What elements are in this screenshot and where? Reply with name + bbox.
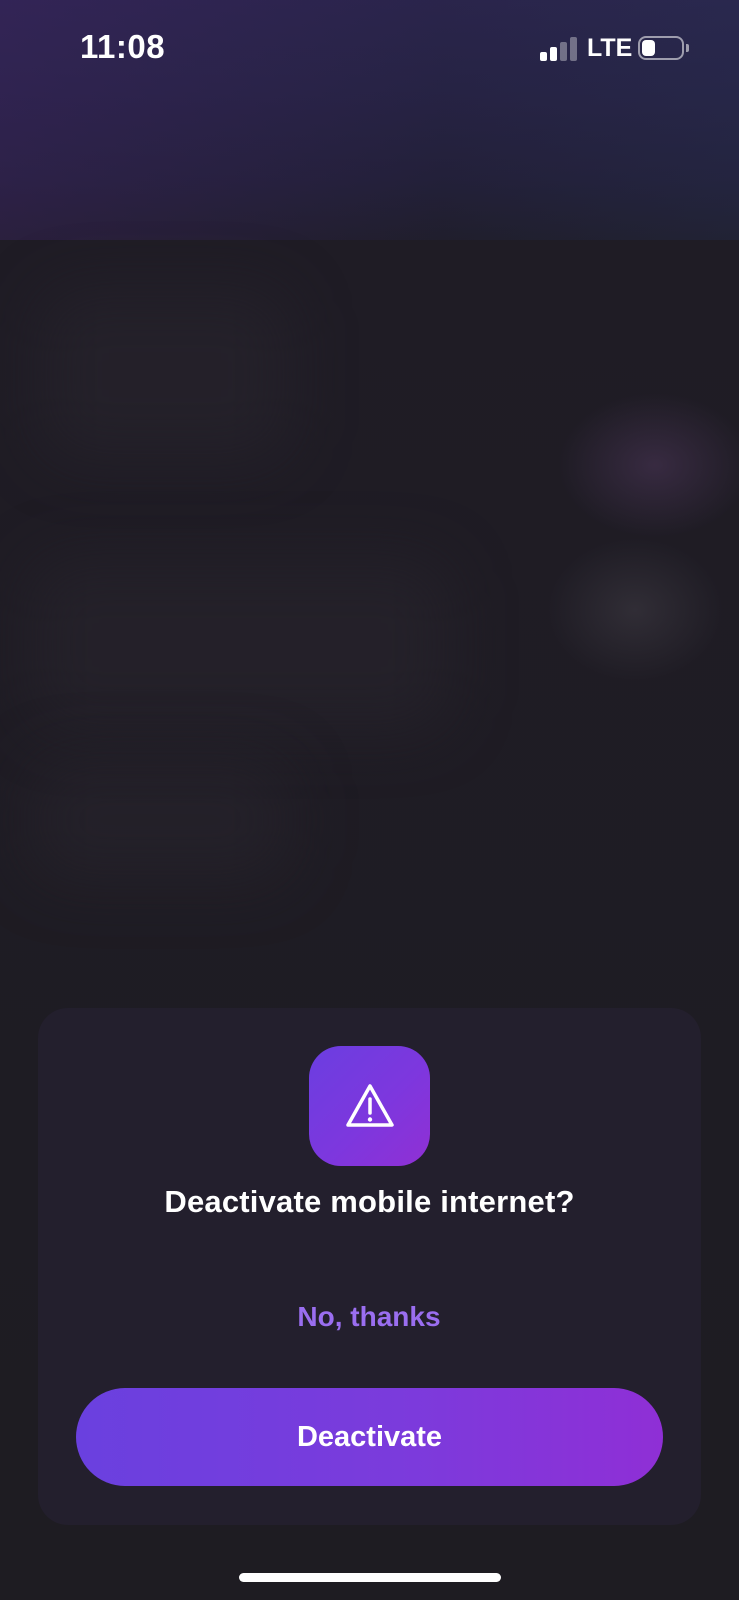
warning-triangle-icon [345, 1084, 394, 1127]
signal-bar [560, 42, 567, 61]
network-type: LTE [587, 34, 633, 62]
blurred-background-card [40, 290, 290, 460]
screen: 11:08 LTE Deactivate mobile internet? No… [0, 0, 739, 1600]
warning-icon-tile [309, 1046, 430, 1166]
battery-terminal [686, 44, 689, 52]
signal-bar [540, 52, 547, 61]
signal-bar [570, 37, 577, 61]
status-bar: 11:08 LTE [0, 0, 739, 100]
no-thanks-button[interactable]: No, thanks [269, 1292, 469, 1342]
blurred-background-card [30, 560, 450, 730]
battery-icon [638, 36, 684, 60]
dialog-title: Deactivate mobile internet? [164, 1184, 575, 1219]
blurred-background-card [30, 760, 290, 880]
confirmation-sheet: Deactivate mobile internet? No, thanks D… [38, 1008, 701, 1525]
status-time: 11:08 [80, 28, 166, 65]
home-indicator[interactable] [239, 1573, 501, 1582]
signal-strength-icon [540, 37, 578, 61]
signal-bar [550, 47, 557, 61]
deactivate-button[interactable]: Deactivate [76, 1388, 663, 1486]
battery-level-fill [642, 40, 655, 56]
